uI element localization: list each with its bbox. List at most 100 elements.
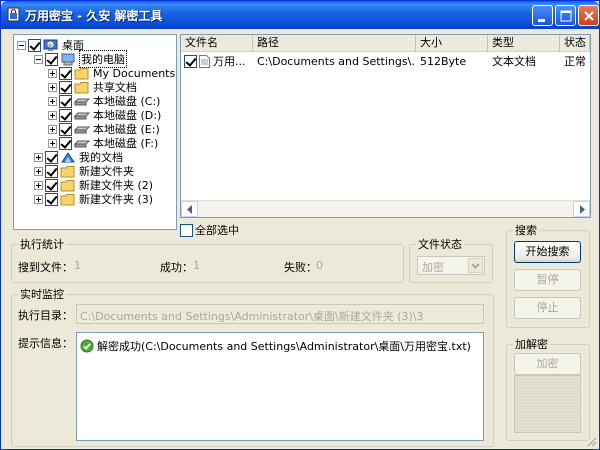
tree-item-new-folder[interactable]: 新建文件夹 bbox=[34, 164, 134, 178]
dropdown-button[interactable] bbox=[468, 258, 483, 273]
table-row[interactable]: 万用... C:\Documents and Settings\... 512B… bbox=[181, 53, 590, 70]
column-header-name[interactable]: 文件名 bbox=[181, 35, 253, 52]
file-list[interactable]: 文件名 路径 大小 类型 状态 万用... C:\Documents and S… bbox=[180, 34, 591, 218]
minimize-button[interactable] bbox=[532, 5, 553, 26]
collapse-icon[interactable] bbox=[17, 40, 26, 50]
folder-icon bbox=[60, 165, 75, 177]
stats-group-label: 执行统计 bbox=[18, 238, 66, 251]
start-search-button[interactable]: 开始搜索 bbox=[514, 241, 581, 263]
info-label: 提示信息： bbox=[18, 337, 73, 350]
tree-checkbox[interactable] bbox=[59, 94, 72, 108]
tree-item-drive-e[interactable]: 本地磁盘 (E:) bbox=[48, 122, 160, 136]
arrow-left-icon bbox=[187, 205, 192, 214]
cell-size: 512Byte bbox=[420, 55, 467, 68]
column-header-type[interactable]: 类型 bbox=[488, 35, 560, 52]
select-all-checkbox[interactable]: 全部选中 bbox=[180, 223, 239, 237]
tree-checkbox[interactable] bbox=[59, 136, 72, 150]
exec-dir-value: C:\Documents and Settings\Administrator\… bbox=[80, 310, 424, 323]
tree-checkbox[interactable] bbox=[45, 164, 58, 178]
expand-icon[interactable] bbox=[48, 138, 57, 148]
column-header-size[interactable]: 大小 bbox=[416, 35, 488, 52]
tree-checkbox[interactable] bbox=[59, 122, 72, 136]
expand-icon[interactable] bbox=[48, 124, 57, 134]
tree-checkbox[interactable] bbox=[28, 38, 41, 52]
success-value: 1 bbox=[193, 259, 200, 272]
found-value: 1 bbox=[74, 259, 81, 272]
expand-icon[interactable] bbox=[34, 180, 43, 190]
collapse-icon[interactable] bbox=[34, 54, 43, 64]
monitor-group-label: 实时监控 bbox=[18, 288, 66, 301]
expand-icon[interactable] bbox=[34, 152, 43, 162]
pause-button[interactable]: 暂停 bbox=[514, 269, 581, 291]
tree-item-drive-f[interactable]: 本地磁盘 (F:) bbox=[48, 136, 158, 150]
tree-item-new-folder-2[interactable]: 新建文件夹 (2) bbox=[34, 178, 153, 192]
close-button[interactable] bbox=[578, 5, 599, 26]
title-bar[interactable]: 万用密宝 - 久安 解密工具 bbox=[1, 1, 599, 29]
file-status-value: 加密 bbox=[422, 261, 444, 274]
expand-icon[interactable] bbox=[48, 68, 57, 78]
stats-group: 执行统计 搜到文件： 1 成功： 1 失败： 0 bbox=[11, 238, 404, 283]
tree-item-my-docs[interactable]: 我的文档 bbox=[34, 150, 123, 164]
drive-icon bbox=[74, 126, 90, 133]
cell-type: 文本文档 bbox=[492, 55, 536, 68]
search-group-label: 搜索 bbox=[513, 224, 539, 237]
encrypt-button[interactable]: 加密 bbox=[514, 353, 581, 375]
close-icon bbox=[584, 11, 594, 21]
progress-block bbox=[514, 375, 581, 433]
tree-checkbox[interactable] bbox=[45, 52, 58, 66]
scroll-right-button[interactable] bbox=[573, 201, 590, 217]
computer-icon bbox=[61, 53, 75, 65]
exec-dir-label: 执行目录： bbox=[18, 309, 73, 322]
crypto-group-label: 加解密 bbox=[513, 338, 550, 351]
maximize-icon bbox=[560, 10, 572, 22]
folder-icon bbox=[60, 193, 75, 205]
select-all-box[interactable] bbox=[180, 223, 193, 237]
stop-button[interactable]: 停止 bbox=[514, 297, 581, 319]
success-label: 成功： bbox=[160, 261, 193, 274]
tree-item-drive-d[interactable]: 本地磁盘 (D:) bbox=[48, 108, 161, 122]
minimize-icon bbox=[538, 19, 545, 22]
tree-checkbox[interactable] bbox=[59, 108, 72, 122]
expand-icon[interactable] bbox=[48, 82, 57, 92]
file-status-select[interactable]: 加密 bbox=[417, 256, 485, 275]
tree-checkbox[interactable] bbox=[45, 150, 58, 164]
window-title: 万用密宝 - 久安 解密工具 bbox=[25, 9, 163, 23]
expand-icon[interactable] bbox=[34, 166, 43, 176]
main-window: 万用密宝 - 久安 解密工具 e 桌面 我的电脑 My Documents 共享… bbox=[0, 0, 600, 450]
resize-grip-icon[interactable] bbox=[585, 435, 597, 447]
tree-item-desktop[interactable]: e 桌面 bbox=[17, 38, 84, 52]
cell-status: 正常 bbox=[564, 55, 586, 68]
fail-label: 失败： bbox=[284, 261, 317, 274]
found-label: 搜到文件： bbox=[18, 261, 73, 274]
fail-value: 0 bbox=[316, 259, 323, 272]
info-message: 解密成功(C:\Documents and Settings\Administr… bbox=[97, 340, 471, 353]
info-message-row: 解密成功(C:\Documents and Settings\Administr… bbox=[80, 338, 471, 354]
expand-icon[interactable] bbox=[34, 194, 43, 204]
column-header-path[interactable]: 路径 bbox=[253, 35, 416, 52]
folder-icon bbox=[74, 67, 89, 79]
horizontal-scrollbar[interactable] bbox=[181, 200, 590, 217]
tree-checkbox[interactable] bbox=[45, 178, 58, 192]
tree-checkbox[interactable] bbox=[59, 80, 72, 94]
my-documents-icon bbox=[61, 151, 75, 162]
tree-item-drive-c[interactable]: 本地磁盘 (C:) bbox=[48, 94, 160, 108]
column-header-status[interactable]: 状态 bbox=[560, 35, 590, 52]
tree-item-label: 新建文件夹 (3) bbox=[79, 193, 154, 206]
tree-item-my-documents-folder[interactable]: My Documents bbox=[48, 66, 175, 80]
maximize-button[interactable] bbox=[555, 5, 576, 26]
file-status-group-label: 文件状态 bbox=[416, 238, 464, 251]
scroll-left-button[interactable] bbox=[181, 201, 198, 217]
row-checkbox[interactable] bbox=[184, 55, 197, 68]
info-message-area[interactable]: 解密成功(C:\Documents and Settings\Administr… bbox=[76, 332, 484, 441]
folder-tree[interactable]: e 桌面 我的电脑 My Documents 共享文档 本地磁盘 (C:) 本地… bbox=[13, 34, 177, 230]
svg-text:e: e bbox=[48, 42, 52, 49]
tree-checkbox[interactable] bbox=[59, 66, 72, 80]
success-check-icon bbox=[80, 339, 94, 353]
tree-item-shared-docs[interactable]: 共享文档 bbox=[48, 80, 137, 94]
expand-icon[interactable] bbox=[48, 96, 57, 106]
tree-item-new-folder-3[interactable]: 新建文件夹 (3) bbox=[34, 192, 153, 206]
tree-checkbox[interactable] bbox=[45, 192, 58, 206]
expand-icon[interactable] bbox=[48, 110, 57, 120]
tree-item-my-computer[interactable]: 我的电脑 bbox=[34, 50, 127, 68]
desktop-icon: e bbox=[43, 39, 58, 51]
